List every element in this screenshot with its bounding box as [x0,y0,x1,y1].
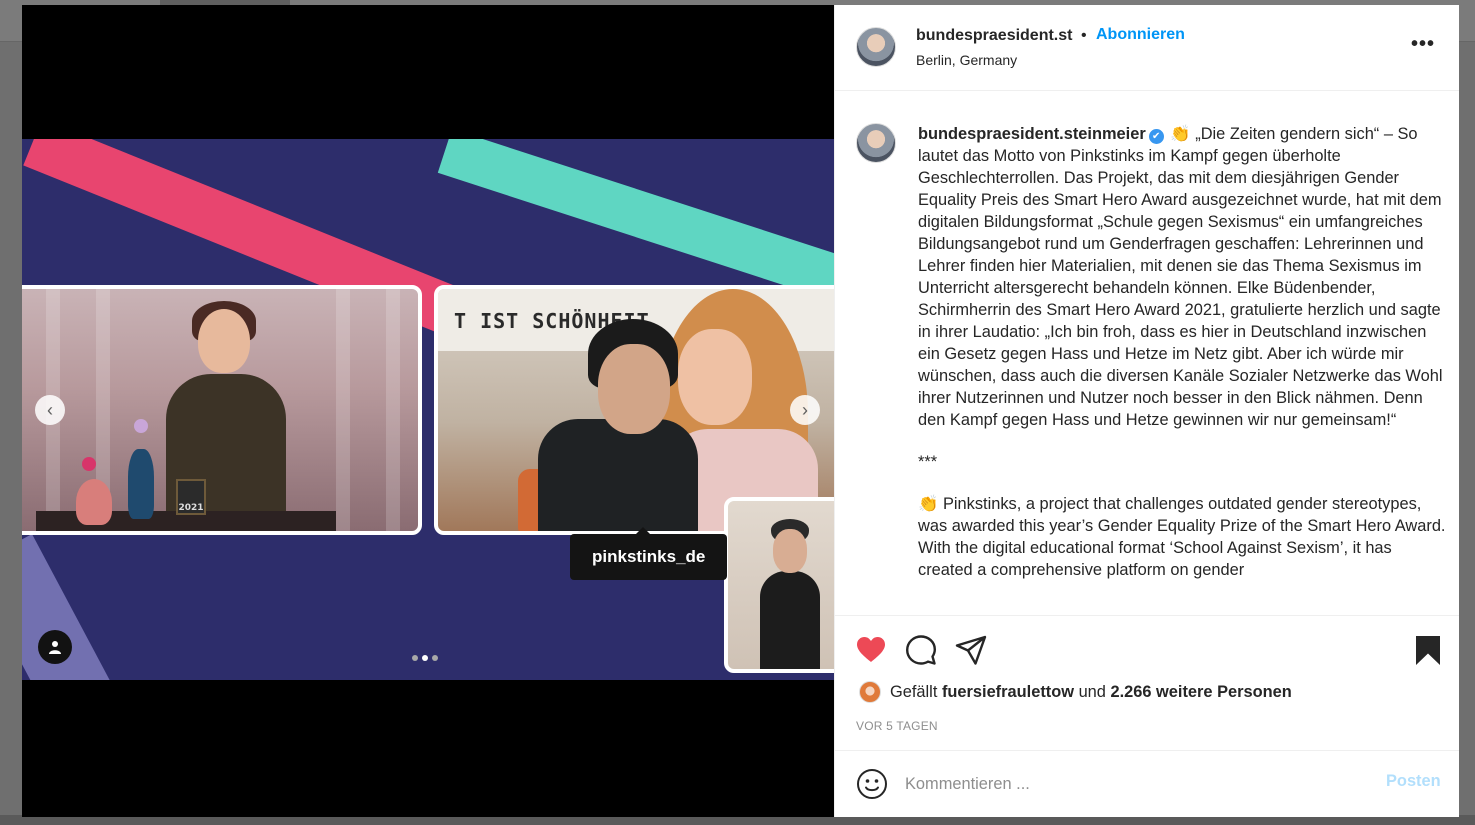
user-tag-label: pinkstinks_de [592,547,706,566]
carousel-prev-button[interactable]: ‹ [35,395,65,425]
save-button[interactable] [1412,634,1444,666]
chevron-right-icon: › [802,399,808,420]
action-bar [835,615,1459,681]
award-year: 2021 [178,503,204,513]
emoji-picker-button[interactable] [856,768,888,800]
caption-divider: *** [918,453,938,471]
award-trophy: 2021 [176,479,206,515]
timestamp-row: VOR 5 TAGEN [835,715,1459,751]
user-tag-tooltip[interactable]: pinkstinks_de [570,527,728,580]
comment-input[interactable] [905,771,1365,797]
carousel-next-button[interactable]: › [790,395,820,425]
post-header: bundespraesident.st • Abonnieren Berlin,… [835,5,1459,91]
carousel-indicator [412,655,438,661]
follow-button[interactable]: Abonnieren [1096,26,1185,44]
likes-connector: und [1078,683,1106,701]
smiley-icon [857,769,887,799]
likes-summary: Gefällt fuersiefraulettow und 2.266 weit… [835,681,1459,715]
likes-text: Gefällt fuersiefraulettow und 2.266 weit… [890,683,1292,702]
blue-vase [128,449,154,519]
tagged-users-button[interactable] [38,630,72,664]
interpreter-face [773,529,807,573]
comment-icon [906,635,936,665]
verified-badge-icon: ✔ [1148,129,1164,144]
caption-author-avatar[interactable] [856,123,896,163]
person-left-body [538,419,698,531]
flower [82,457,96,471]
heart-icon [857,637,885,662]
photo-frame-laudatio: 2021 [22,285,422,535]
speaker-face [198,309,250,373]
interpreter-body [760,571,820,669]
caption-paragraph-de: bundespraesident.steinmeier ✔ 👏 „Die Zeit… [918,123,1446,431]
like-button[interactable] [855,634,887,666]
caption-body-de: 👏 „Die Zeiten gendern sich“ – So lautet … [918,125,1443,429]
chevron-left-icon: ‹ [47,399,53,420]
liker-username-link[interactable]: fuersiefraulettow [942,683,1074,701]
flower [134,419,148,433]
post-media[interactable]: 2021 T IST SCHÖNHEIT ‹ › pinkstinks_de [22,5,834,817]
curtain-fold [386,289,400,531]
post-side-panel: bundespraesident.st • Abonnieren Berlin,… [834,5,1459,817]
pink-vase [76,479,112,525]
person-left-face [598,344,670,434]
curtain-fold [336,289,350,531]
carousel-dot-active [422,655,428,661]
author-avatar[interactable] [856,27,896,67]
caption-scroll-area[interactable]: bundespraesident.steinmeier ✔ 👏 „Die Zeit… [835,91,1459,615]
caption-username-link[interactable]: bundespraesident.steinmeier [918,125,1146,143]
liker-avatar[interactable] [859,681,881,703]
carousel-dot [432,655,438,661]
carousel-slide: 2021 T IST SCHÖNHEIT [22,139,834,680]
carousel-dot [412,655,418,661]
location-link[interactable]: Berlin, Germany [916,52,1017,68]
post-timestamp[interactable]: VOR 5 TAGEN [856,719,938,733]
more-options-button[interactable]: ••• [1411,33,1435,56]
likes-count-link[interactable]: 2.266 weitere Personen [1110,683,1291,701]
user-icon [49,641,61,654]
comment-button[interactable] [905,634,937,666]
share-button[interactable] [955,634,987,666]
bookmark-icon [1416,636,1440,665]
paper-plane-icon [955,635,987,665]
caption-text: bundespraesident.steinmeier ✔ 👏 „Die Zeit… [918,123,1446,601]
photo-frame-sign-language [724,497,834,673]
header-separator: • [1081,27,1087,44]
caption-paragraph-en: 👏 Pinkstinks, a project that challenges … [918,495,1446,579]
likes-prefix: Gefällt [890,683,938,701]
post-modal: 2021 T IST SCHÖNHEIT ‹ › pinkstinks_de b… [22,5,1459,817]
author-username-link[interactable]: bundespraesident.st [916,27,1072,45]
comment-form: Posten [835,751,1459,817]
post-comment-button[interactable]: Posten [1386,772,1441,791]
person-right-face [678,329,752,425]
